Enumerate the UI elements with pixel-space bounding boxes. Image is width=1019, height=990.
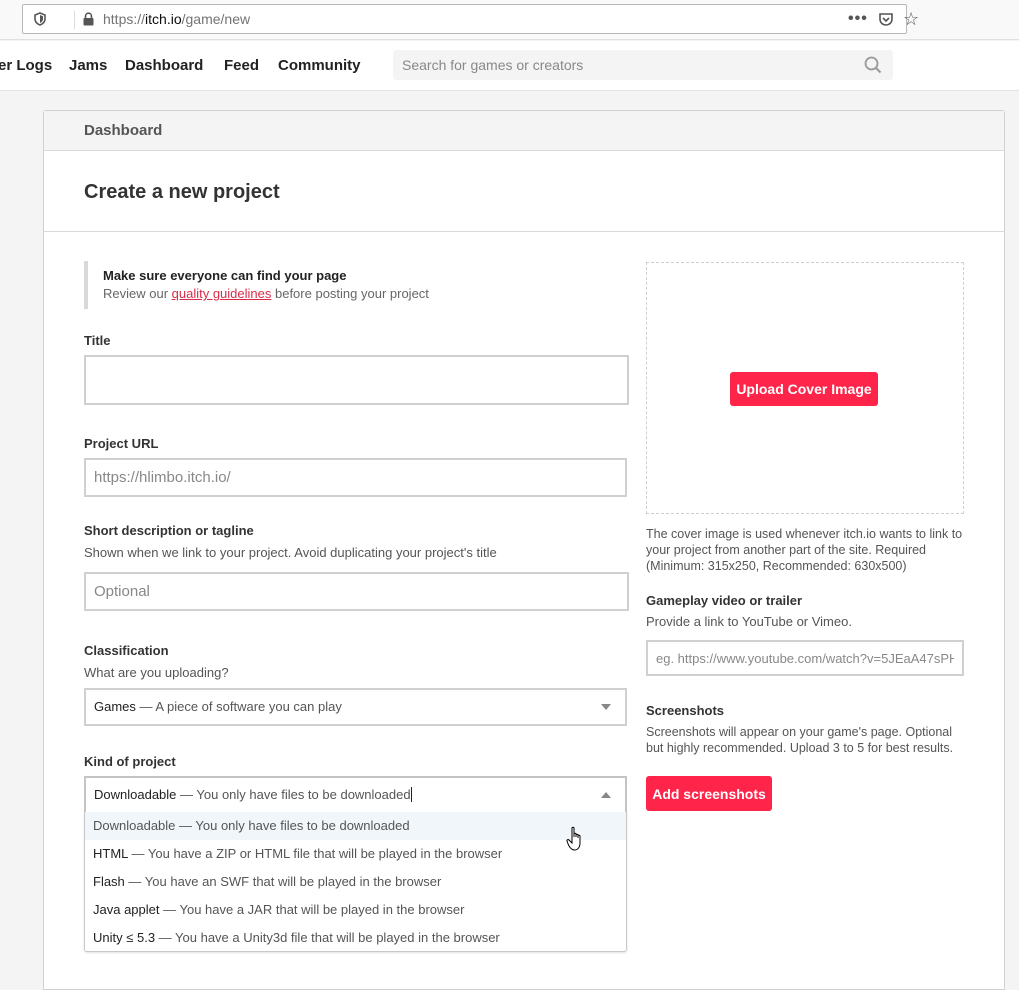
breadcrumb-dashboard[interactable]: Dashboard: [84, 122, 162, 139]
hand-pointer-cursor-icon: [566, 826, 581, 851]
page-actions-menu-icon[interactable]: •••: [848, 10, 868, 28]
classification-help: What are you uploading?: [84, 665, 229, 680]
dropdown-option-java-applet[interactable]: Java applet — You have a JAR that will b…: [85, 896, 626, 924]
pocket-icon[interactable]: [878, 12, 894, 27]
title-section: Create a new project: [44, 151, 1004, 232]
kind-selected-desc: — You only have files to be downloaded: [176, 787, 411, 802]
tracking-protection-shield-icon[interactable]: [33, 12, 47, 26]
add-screenshots-button[interactable]: Add screenshots: [646, 776, 772, 811]
short-description-input[interactable]: [84, 572, 629, 611]
classification-selected-name: Games: [94, 699, 136, 714]
search-box: [393, 50, 893, 80]
address-bar-separator: [74, 11, 75, 29]
cover-image-help: The cover image is used whenever itch.io…: [646, 527, 963, 573]
search-input[interactable]: [393, 50, 853, 80]
page-title: Create a new project: [84, 181, 280, 203]
site-header: er Logs Jams Dashboard Feed Community: [0, 41, 1019, 91]
video-url-input[interactable]: [646, 640, 964, 676]
browser-toolbar: https://itch.io/game/new ••• ☆: [0, 0, 1019, 40]
lock-icon[interactable]: [82, 12, 95, 26]
title-input[interactable]: [84, 355, 629, 405]
short-description-label: Short description or tagline: [84, 523, 254, 538]
video-help: Provide a link to YouTube or Vimeo.: [646, 614, 852, 629]
bookmark-star-icon[interactable]: ☆: [903, 10, 919, 28]
quality-guidelines-link[interactable]: quality guidelines: [172, 286, 272, 301]
chevron-down-icon: [601, 704, 611, 710]
kind-of-project-dropdown: Downloadable — You only have files to be…: [84, 812, 627, 952]
text-cursor: [410, 787, 412, 802]
kind-of-project-select[interactable]: Downloadable — You only have files to be…: [84, 776, 627, 814]
screenshots-help: Screenshots will appear on your game's p…: [646, 725, 954, 755]
title-label: Title: [84, 333, 111, 348]
short-description-help: Shown when we link to your project. Avoi…: [84, 545, 497, 560]
url-text[interactable]: https://itch.io/game/new: [103, 11, 250, 27]
cover-image-dropzone[interactable]: Upload Cover Image: [646, 262, 964, 514]
dropdown-option-unity[interactable]: Unity ≤ 5.3 — You have a Unity3d file th…: [85, 924, 626, 952]
notice-title: Make sure everyone can find your page: [103, 268, 347, 283]
nav-dashboard[interactable]: Dashboard: [125, 57, 203, 74]
dropdown-option-html[interactable]: HTML — You have a ZIP or HTML file that …: [85, 840, 626, 868]
dropdown-option-downloadable[interactable]: Downloadable — You only have files to be…: [85, 812, 626, 840]
dropdown-option-flash[interactable]: Flash — You have an SWF that will be pla…: [85, 868, 626, 896]
panel-header: Dashboard: [44, 111, 1004, 151]
guidelines-notice: Make sure everyone can find your page Re…: [84, 261, 629, 309]
address-bar[interactable]: https://itch.io/game/new ••• ☆: [22, 4, 919, 34]
project-url-label: Project URL: [84, 436, 159, 451]
video-label: Gameplay video or trailer: [646, 593, 803, 608]
kind-of-project-label: Kind of project: [84, 754, 176, 769]
notice-text: Review our quality guidelines before pos…: [103, 286, 429, 301]
project-url-input[interactable]: [84, 458, 627, 497]
search-icon[interactable]: [864, 56, 882, 74]
classification-label: Classification: [84, 643, 169, 658]
kind-selected-name: Downloadable: [94, 787, 177, 802]
nav-feed[interactable]: Feed: [224, 57, 259, 74]
chevron-up-icon: [601, 792, 611, 798]
nav-jams[interactable]: Jams: [69, 57, 107, 74]
nav-devlogs[interactable]: er Logs: [0, 57, 52, 74]
classification-select[interactable]: Games — A piece of software you can play: [84, 688, 627, 726]
screenshots-label: Screenshots: [646, 703, 725, 718]
nav-community[interactable]: Community: [278, 57, 361, 74]
classification-selected-desc: — A piece of software you can play: [135, 699, 342, 714]
upload-cover-image-button[interactable]: Upload Cover Image: [730, 372, 878, 406]
